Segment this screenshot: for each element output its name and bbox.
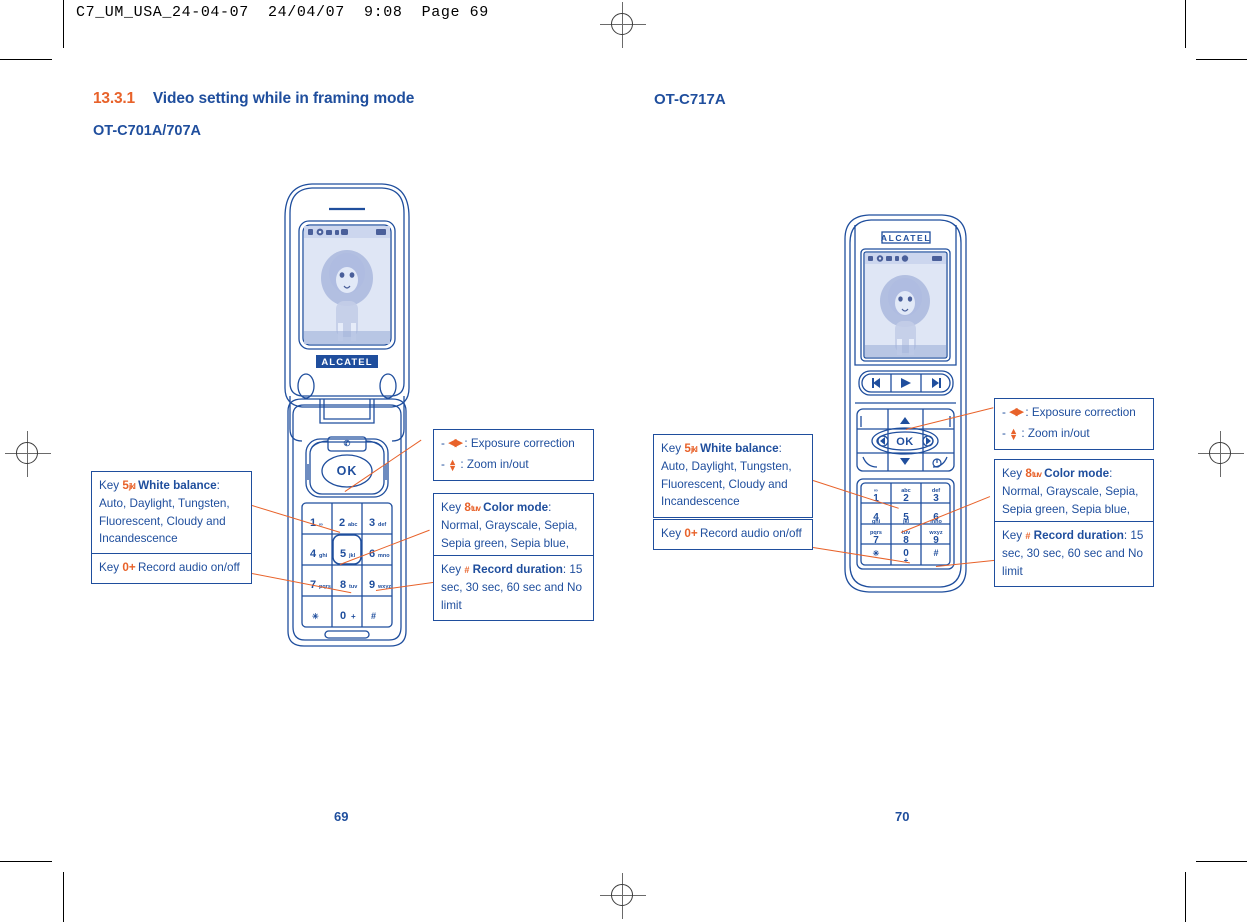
left-right-arrow-icon: ◀▶ [1009,406,1024,419]
key-5-glyph-icon: jkl [128,482,136,491]
crop-mark-left-bottom [0,861,52,862]
registration-mark-left [5,431,51,477]
up-down-arrow-icon: ▲ ▼ [1009,425,1019,442]
svg-text:3: 3 [369,517,375,529]
svg-text:+: + [351,612,356,621]
crop-mark-top-right [1185,0,1186,48]
svg-text:ghi: ghi [319,553,328,559]
callout-record-duration-right: Key # Record duration: 15 sec, 30 sec, 6… [994,521,1154,588]
svg-text:✳: ✳ [312,612,319,621]
page-number-right: 70 [895,809,910,824]
registration-mark-bottom [600,873,646,919]
callout-white-balance-right: Key 5jkl White balance: Auto, Daylight, … [653,434,813,519]
callout-key-label: Key [441,501,462,514]
crop-mark-top-left [63,0,64,48]
svg-text:tuv: tuv [349,584,358,590]
key-8-glyph-icon: tuv [470,504,481,513]
callout-record-audio-left: Key 0+ Record audio on/off [91,553,252,584]
file-slug: C7_UM_USA_24-04-07 24/04/07 9:08 Page 69 [76,4,489,21]
callout-record-audio-right: Key 0+ Record audio on/off [653,519,813,550]
svg-text:3: 3 [933,493,939,504]
key-hash-glyph-icon: # [1025,531,1031,541]
svg-text:5: 5 [340,548,346,560]
exposure-text: : Exposure correction [1025,406,1136,419]
svg-text:0: 0 [340,610,346,622]
svg-text:ALCATEL: ALCATEL [321,357,372,368]
svg-text:7: 7 [873,535,879,546]
svg-text:4: 4 [310,548,317,560]
exposure-text: : Exposure correction [464,437,575,450]
registration-mark-right [1198,431,1244,477]
key-hash-glyph-icon: # [464,565,470,575]
callout-term: Color mode [483,501,549,514]
page-title: 13.3.1 Video setting while in framing mo… [93,90,414,108]
page-number-left: 69 [334,809,349,824]
bullet-dash: - [1002,426,1006,440]
callout-term: White balance [138,479,217,492]
svg-text:8: 8 [903,535,909,546]
registration-mark-top [600,2,646,48]
zoom-text: : Zoom in/out [1021,426,1090,440]
callout-term: Color mode [1044,467,1110,480]
callout-term: White balance [700,442,779,455]
svg-text:ghi: ghi [872,519,881,525]
svg-text:def: def [378,522,386,528]
key-5-glyph-icon: jkl [690,445,698,454]
section-title: Video setting while in framing mode [152,90,415,107]
crop-mark-right-top [1196,59,1247,60]
crop-mark-bottom-right [1185,872,1186,922]
zoom-text: : Zoom in/out [460,457,529,471]
svg-text:2: 2 [903,493,909,504]
callout-key-label: Key [441,563,462,576]
up-down-arrow-icon: ▲ ▼ [448,456,458,473]
bullet-dash: - [441,457,445,471]
svg-text:OK: OK [896,436,914,448]
callout-key-label: Key [1002,467,1023,480]
key-8-glyph-icon: tuv [1031,470,1042,479]
svg-text:mno: mno [378,553,390,559]
manual-page-spread: C7_UM_USA_24-04-07 24/04/07 9:08 Page 69… [0,0,1247,922]
callout-key-label: Key [661,527,682,540]
svg-text:2: 2 [339,517,345,529]
model-subheading-left: OT-C701A/707A [93,123,201,139]
callout-record-duration-left: Key # Record duration: 15 sec, 30 sec, 6… [433,555,594,622]
callout-exposure-zoom-left: - ◀▶ : Exposure correction - ▲ ▼ : Zoom i… [433,429,594,481]
svg-text:9: 9 [933,535,939,546]
key-plus-glyph-icon: + [690,527,698,540]
svg-text:#: # [933,548,938,558]
callout-term: Record duration [472,563,563,576]
crop-mark-left-top [0,59,52,60]
callout-white-balance-left: Key 5jkl White balance: Auto, Daylight, … [91,471,252,556]
phone-illustration-c717a: ALCATEL OK ∞ 1 abc 2 def 3 4 ghi 5 jkl m… [833,213,978,605]
svg-text:OK: OK [337,464,358,478]
callout-key-label: Key [661,442,682,455]
svg-text:#: # [371,611,376,621]
svg-text:9: 9 [369,579,375,591]
key-plus-glyph-icon: + [128,561,136,574]
crop-mark-bottom-left [63,872,64,922]
callout-body: Record audio on/off [699,527,802,540]
callout-key-label: Key [99,561,120,574]
callout-key-label: Key [99,479,120,492]
section-number: 13.3.1 [93,90,135,107]
crop-mark-right-bottom [1196,861,1247,862]
left-right-arrow-icon: ◀▶ [448,437,463,450]
bullet-dash: - [1002,406,1006,419]
svg-text:abc: abc [348,522,357,528]
svg-text:8: 8 [340,579,346,591]
callout-exposure-zoom-right: - ◀▶ : Exposure correction - ▲ ▼ : Zoom i… [994,398,1154,450]
model-subheading-right: OT-C717A [654,91,726,108]
svg-text:ALCATEL: ALCATEL [881,233,931,243]
callout-key-label: Key [1002,529,1023,542]
callout-term: Record duration [1033,529,1124,542]
callout-body: Record audio on/off [137,561,240,574]
svg-text:jkl: jkl [902,519,910,525]
bullet-dash: - [441,437,445,450]
svg-text:✆: ✆ [344,439,351,448]
